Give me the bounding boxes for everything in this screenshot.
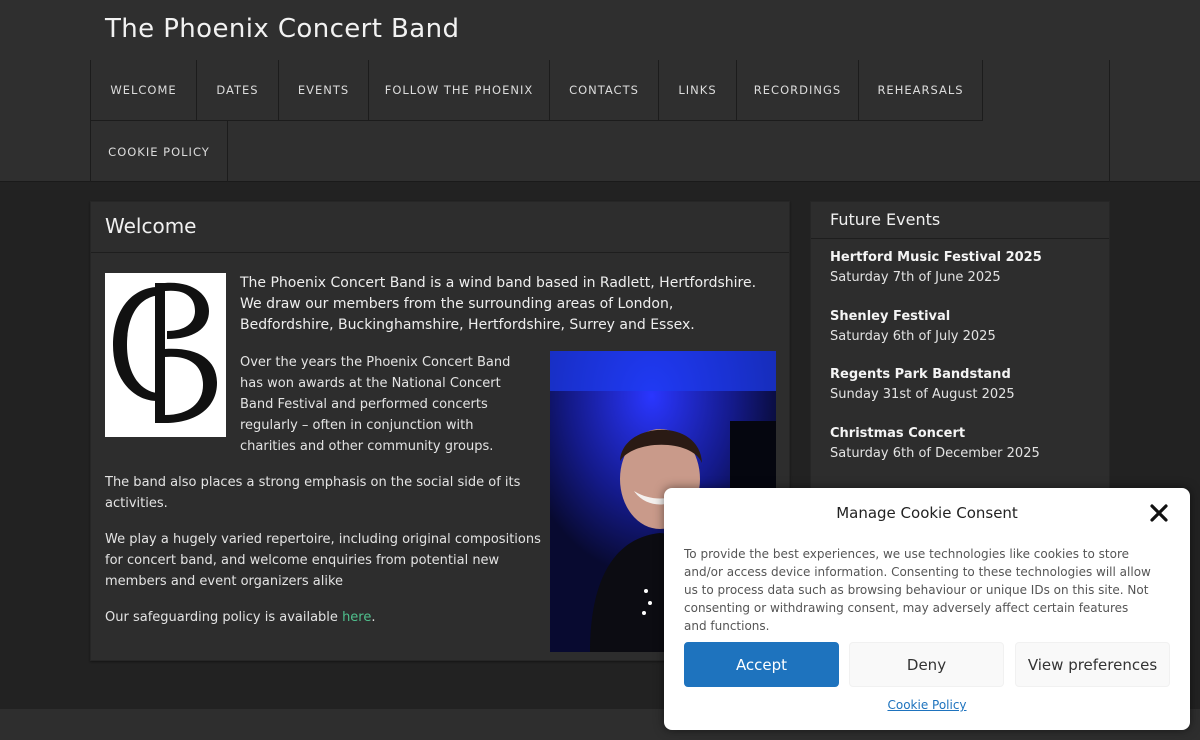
safeguarding-link[interactable]: here [342, 610, 371, 625]
event-item: Christmas Concert Saturday 6th of Decemb… [830, 425, 1100, 464]
event-date: Saturday 7th of June 2025 [830, 270, 1001, 285]
nav-item-welcome[interactable]: WELCOME [91, 60, 197, 121]
nav-row-2: COOKIE POLICY [91, 121, 1109, 182]
nav-item-dates[interactable]: DATES [197, 60, 279, 121]
nav-item-events[interactable]: EVENTS [279, 60, 369, 121]
cookie-policy-link[interactable]: Cookie Policy [664, 698, 1190, 712]
event-date: Saturday 6th of December 2025 [830, 446, 1040, 461]
event-date: Saturday 6th of July 2025 [830, 329, 996, 344]
page-title: Welcome [91, 202, 789, 253]
event-item: Hertford Music Festival 2025 Saturday 7t… [830, 249, 1100, 288]
safeguarding-text: Our safeguarding policy is available [105, 610, 343, 625]
deny-button[interactable]: Deny [849, 642, 1004, 687]
social-paragraph: The band also places a strong emphasis o… [105, 475, 521, 511]
nav-item-cookie-policy[interactable]: COOKIE POLICY [91, 121, 228, 182]
nav-item-links[interactable]: LINKS [659, 60, 737, 121]
cookie-dialog-text: To provide the best experiences, we use … [684, 547, 1151, 633]
event-title[interactable]: Shenley Festival [830, 308, 1100, 326]
nav-item-rehearsals[interactable]: REHEARSALS [859, 60, 983, 121]
intro-text: The Phoenix Concert Band is a wind band … [240, 275, 757, 333]
cookie-dialog-title: Manage Cookie Consent [836, 504, 1018, 522]
band-logo [105, 273, 226, 437]
close-icon[interactable] [1148, 502, 1170, 524]
nav-item-follow-the-phoenix[interactable]: FOLLOW THE PHOENIX [369, 60, 550, 121]
event-item: Shenley Festival Saturday 6th of July 20… [830, 308, 1100, 347]
site-title[interactable]: The Phoenix Concert Band [105, 14, 459, 44]
accept-button[interactable]: Accept [684, 642, 839, 687]
future-events-widget: Future Events Hertford Music Festival 20… [810, 201, 1110, 501]
event-title[interactable]: Regents Park Bandstand [830, 366, 1100, 384]
awards-paragraph: Over the years the Phoenix Concert Band … [240, 355, 511, 454]
safeguarding-paragraph: Our safeguarding policy is available her… [105, 607, 545, 628]
event-item: Regents Park Bandstand Sunday 31st of Au… [830, 366, 1100, 405]
safeguarding-suffix: . [371, 610, 376, 625]
repertoire-paragraph: We play a hugely varied repertoire, incl… [105, 532, 541, 589]
event-title[interactable]: Christmas Concert [830, 425, 1100, 443]
nav-item-recordings[interactable]: RECORDINGS [737, 60, 859, 121]
cookie-consent-dialog: Manage Cookie Consent To provide the bes… [664, 488, 1190, 730]
nav-row-1: WELCOME DATES EVENTS FOLLOW THE PHOENIX … [91, 60, 1109, 121]
event-title[interactable]: Hertford Music Festival 2025 [830, 249, 1100, 267]
future-events-title: Future Events [811, 202, 1109, 239]
site-header: The Phoenix Concert Band WELCOME DATES E… [0, 0, 1200, 182]
close-x-icon [1150, 504, 1168, 522]
nav-item-contacts[interactable]: CONTACTS [550, 60, 659, 121]
main-navigation: WELCOME DATES EVENTS FOLLOW THE PHOENIX … [90, 60, 1110, 182]
event-date: Sunday 31st of August 2025 [830, 387, 1015, 402]
view-preferences-button[interactable]: View preferences [1015, 642, 1170, 687]
pcb-monogram-icon [105, 273, 226, 437]
